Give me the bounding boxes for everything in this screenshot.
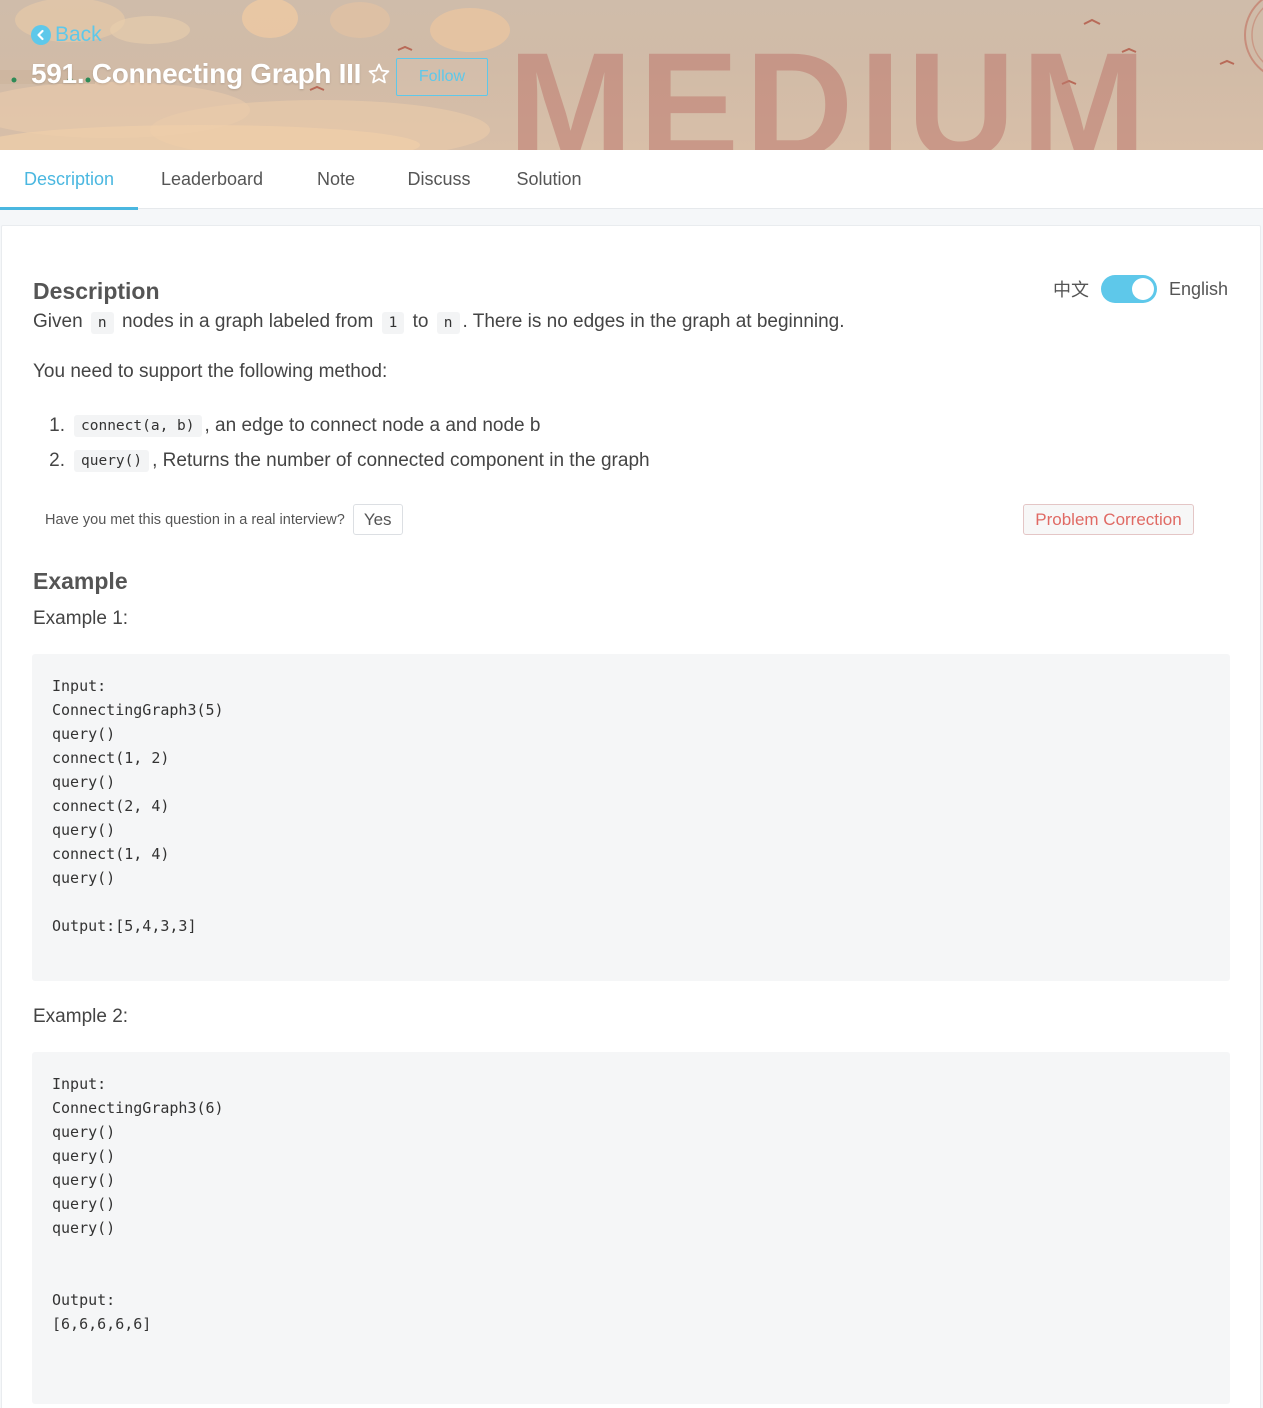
list-item: 1. connect(a, b), an edge to connect nod…	[33, 408, 650, 443]
method-code: connect(a, b)	[74, 414, 202, 437]
language-chinese-label: 中文	[1052, 280, 1089, 300]
switch-knob	[1131, 278, 1154, 300]
tab-solution[interactable]: Solution	[492, 150, 606, 209]
problem-title-row: 591. Connecting Graph III	[31, 58, 391, 90]
example-2-label: Example 2:	[33, 1006, 129, 1027]
yes-button[interactable]: Yes	[352, 504, 403, 535]
example-1-code: Input: ConnectingGraph3(5) query() conne…	[32, 654, 1230, 981]
problem-content-card: Description 中文 English Given n nodes in …	[1, 225, 1261, 1408]
star-icon[interactable]	[367, 62, 391, 86]
list-number: 1.	[49, 414, 65, 436]
tab-discuss[interactable]: Discuss	[386, 150, 492, 209]
tab-leaderboard[interactable]: Leaderboard	[138, 150, 286, 209]
problem-tabs: Description Leaderboard Note Discuss Sol…	[0, 150, 1263, 210]
problem-correction-button[interactable]: Problem Correction	[1023, 504, 1194, 535]
language-toggle: 中文 English	[1053, 275, 1228, 303]
list-number: 2.	[49, 449, 65, 471]
back-label: Back	[55, 23, 102, 46]
method-code: query()	[74, 449, 150, 472]
example-heading: Example	[33, 568, 128, 594]
difficulty-watermark: MEDIUM	[508, 21, 1153, 150]
back-link[interactable]: Back	[31, 23, 102, 47]
problem-title: 591. Connecting Graph III	[31, 58, 362, 89]
tab-note[interactable]: Note	[286, 150, 386, 209]
support-text: You need to support the following method…	[33, 361, 388, 382]
inline-code-n: n	[90, 312, 114, 334]
intro-text-4: . There is no edges in the graph at begi…	[462, 311, 845, 332]
chevron-left-circle-icon	[31, 25, 51, 45]
interview-question-row: Have you met this question in a real int…	[45, 504, 403, 535]
list-item: 2. query(), Returns the number of connec…	[33, 443, 650, 478]
follow-button[interactable]: Follow	[396, 58, 488, 96]
interview-question-text: Have you met this question in a real int…	[45, 511, 345, 528]
methods-list: 1. connect(a, b), an edge to connect nod…	[33, 408, 650, 478]
example-1-label: Example 1:	[33, 608, 129, 629]
description-heading: Description	[33, 278, 160, 304]
inline-code-n-2: n	[436, 312, 460, 334]
language-switch[interactable]	[1100, 275, 1157, 303]
problem-header-banner: MEDIUM Back 591. Connecting Graph III Fo…	[0, 0, 1263, 150]
method-text: , Returns the number of connected compon…	[152, 449, 650, 471]
inline-code-1: 1	[381, 312, 405, 334]
intro-text-2: nodes in a graph labeled from	[121, 311, 374, 332]
intro-text-3: to	[412, 311, 429, 332]
language-english-label: English	[1168, 278, 1228, 299]
description-intro: Given n nodes in a graph labeled from 1 …	[33, 311, 845, 334]
tab-description[interactable]: Description	[0, 150, 138, 210]
intro-text-1: Given	[33, 311, 83, 332]
example-2-code: Input: ConnectingGraph3(6) query() query…	[32, 1052, 1230, 1404]
method-text: , an edge to connect node a and node b	[204, 414, 541, 436]
